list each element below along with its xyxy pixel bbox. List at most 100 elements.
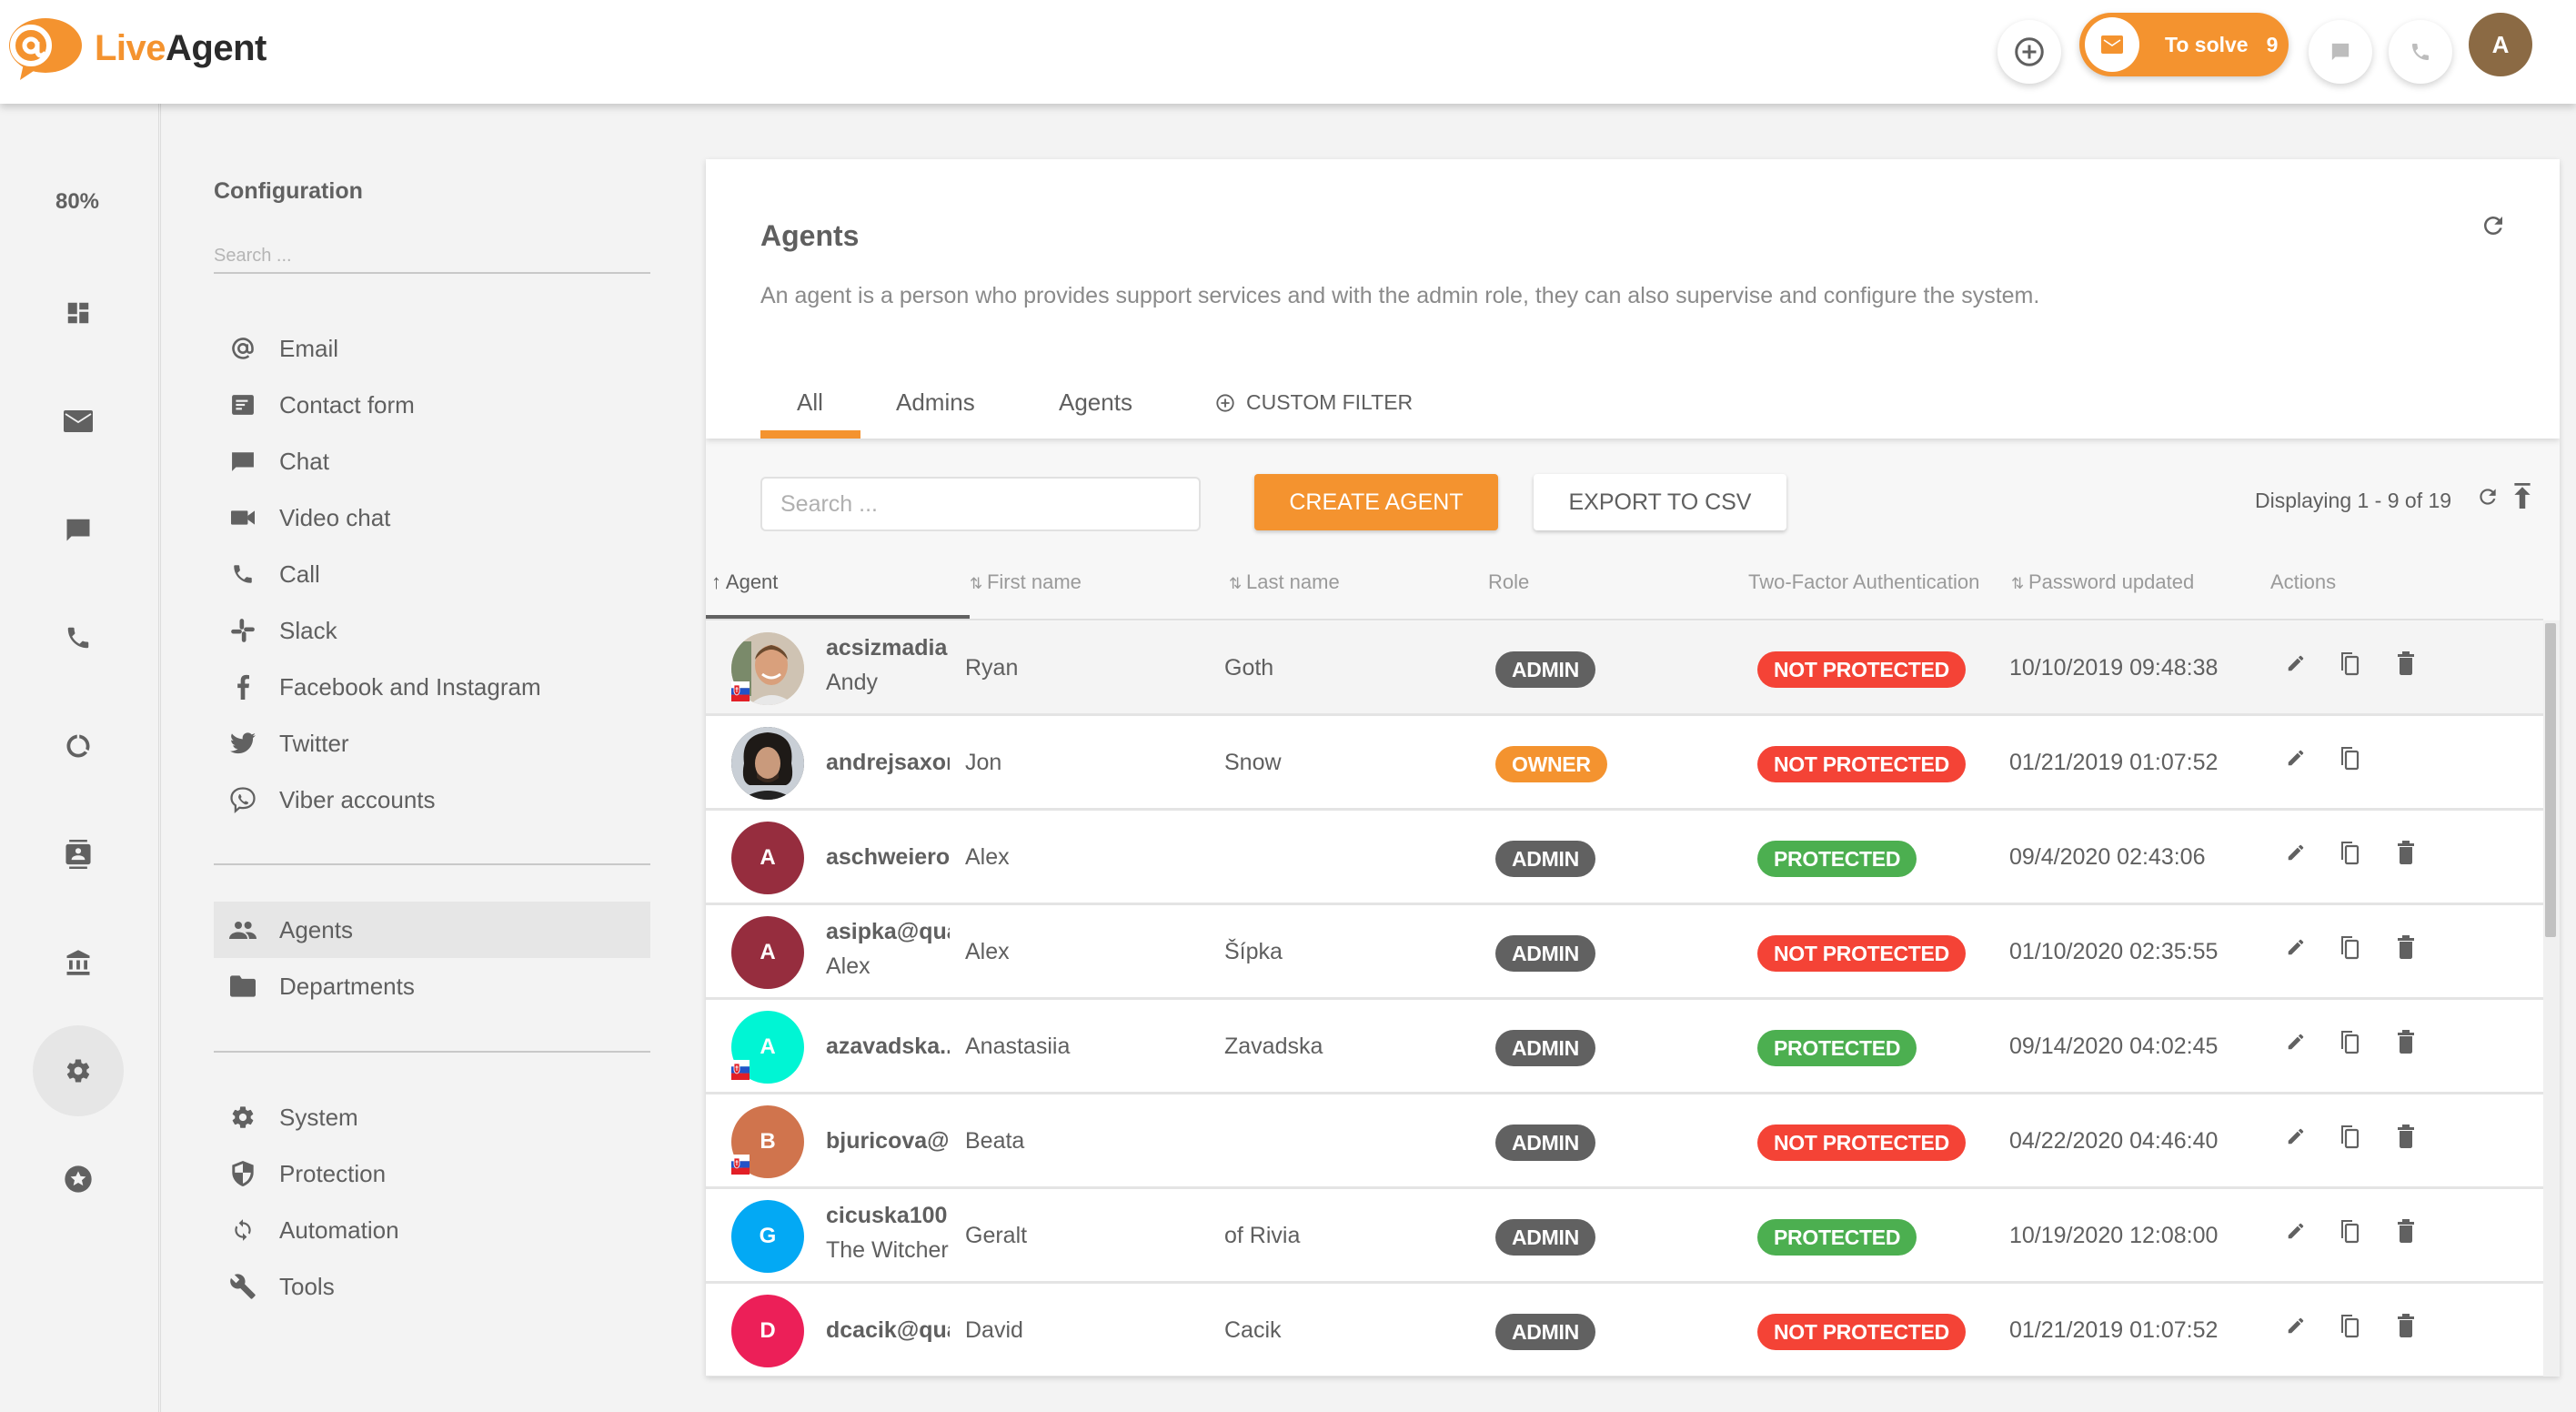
two-factor-badge: NOT PROTECTED bbox=[1757, 1314, 1966, 1350]
agent-login[interactable]: cicuska100 bbox=[826, 1203, 950, 1229]
agent-login[interactable]: azavadska... bbox=[826, 1034, 950, 1060]
duplicate-button[interactable] bbox=[2339, 1029, 2360, 1059]
table-row[interactable]: Bbjuricova@... Beata ADMIN NOT PROTECTED 04/… bbox=[706, 1094, 2543, 1189]
duplicate-button[interactable] bbox=[2339, 1313, 2360, 1343]
config-item-protection[interactable]: Protection bbox=[214, 1145, 650, 1202]
refresh-button[interactable] bbox=[2480, 212, 2507, 244]
config-item-automation[interactable]: Automation bbox=[214, 1202, 650, 1258]
table-row[interactable]: Aasipka@qua Alex Alex Šípka ADMIN NOT PROTECT… bbox=[706, 905, 2543, 1000]
delete-button[interactable] bbox=[2397, 651, 2415, 680]
tab-agents[interactable]: Agents bbox=[1059, 388, 1132, 417]
config-item-departments[interactable]: Departments bbox=[214, 958, 650, 1014]
rail-percent[interactable]: 80% bbox=[0, 189, 155, 215]
configuration-search-input[interactable] bbox=[214, 239, 650, 274]
column-header-role: Role bbox=[1488, 570, 1530, 593]
config-item-email[interactable]: Email bbox=[214, 320, 650, 377]
to-solve-mail bbox=[2085, 17, 2139, 72]
config-item-twitter[interactable]: Twitter bbox=[214, 715, 650, 772]
rail-knowledgebase[interactable] bbox=[33, 917, 124, 1008]
duplicate-button[interactable] bbox=[2339, 840, 2360, 870]
add-button[interactable] bbox=[1997, 20, 2061, 84]
column-header-agent[interactable]: ↑ Agent bbox=[711, 570, 778, 594]
first-name-cell: Jon bbox=[965, 750, 1002, 775]
rail-tickets[interactable] bbox=[33, 376, 124, 467]
tab-admins[interactable]: Admins bbox=[896, 388, 975, 417]
table-row[interactable]: Ddcacik@qua David Cacik ADMIN NOT PROTECTED 0… bbox=[706, 1284, 2543, 1377]
export-csv-button[interactable]: EXPORT TO CSV bbox=[1534, 474, 1786, 530]
duplicate-button[interactable] bbox=[2339, 651, 2360, 681]
rail-plugins[interactable] bbox=[33, 1134, 124, 1225]
edit-button[interactable] bbox=[2286, 1220, 2306, 1246]
table-row[interactable]: andrejsaxon Jon Snow OWNER NOT PROTECTED 01/2… bbox=[706, 716, 2543, 811]
delete-button[interactable] bbox=[2397, 841, 2415, 869]
config-item-tools[interactable]: Tools bbox=[214, 1258, 650, 1315]
agent-login[interactable]: bjuricova@... bbox=[826, 1128, 950, 1155]
config-item-facebook[interactable]: Facebook and Instagram bbox=[214, 659, 650, 715]
config-item-call[interactable]: Call bbox=[214, 546, 650, 602]
table-row[interactable]: acsizmadia Andy Ryan Goth ADMIN NOT PROTECTED… bbox=[706, 621, 2543, 716]
role-badge: ADMIN bbox=[1495, 1314, 1595, 1350]
phone-status-button[interactable] bbox=[2389, 20, 2452, 84]
logo[interactable]: LiveAgent bbox=[4, 16, 267, 80]
agent-display-name: The Witcher bbox=[826, 1237, 949, 1263]
first-name-cell: Geralt bbox=[965, 1223, 1028, 1248]
delete-button[interactable] bbox=[2397, 1125, 2415, 1153]
agent-login[interactable]: acsizmadia bbox=[826, 635, 950, 661]
create-agent-button[interactable]: CREATE AGENT bbox=[1254, 474, 1498, 530]
table-row[interactable]: Gcicuska100 The Witcher Geralt of Rivia ADMI… bbox=[706, 1189, 2543, 1284]
last-name-cell: of Rivia bbox=[1224, 1223, 1301, 1248]
rail-dashboard[interactable] bbox=[33, 267, 124, 358]
chat-status-button[interactable] bbox=[2309, 20, 2372, 84]
logo-text: LiveAgent bbox=[95, 28, 267, 69]
column-header-first-name[interactable]: ⇅ First name bbox=[970, 570, 1082, 594]
to-solve-button[interactable]: To solve 9 bbox=[2079, 13, 2289, 76]
agent-login[interactable]: andrejsaxon bbox=[826, 750, 950, 776]
table-refresh-button[interactable] bbox=[2476, 485, 2500, 513]
edit-button[interactable] bbox=[2286, 842, 2306, 868]
trash-icon bbox=[2397, 841, 2415, 868]
config-item-chat[interactable]: Chat bbox=[214, 433, 650, 489]
first-name-cell: Alex bbox=[965, 939, 1010, 964]
delete-button[interactable] bbox=[2397, 1219, 2415, 1247]
edit-button[interactable] bbox=[2286, 1315, 2306, 1341]
config-item-system[interactable]: System bbox=[214, 1089, 650, 1145]
duplicate-button[interactable] bbox=[2339, 1124, 2360, 1154]
password-updated-cell: 04/22/2020 04:46:40 bbox=[2009, 1128, 2219, 1154]
agent-login[interactable]: asipka@qua bbox=[826, 919, 950, 945]
delete-button[interactable] bbox=[2397, 935, 2415, 963]
config-item-video-chat[interactable]: Video chat bbox=[214, 489, 650, 546]
agent-login[interactable]: aschweiero bbox=[826, 844, 950, 871]
config-item-contact-form[interactable]: Contact form bbox=[214, 377, 650, 433]
edit-button[interactable] bbox=[2286, 936, 2306, 963]
rail-configuration[interactable] bbox=[33, 1025, 124, 1116]
agent-login[interactable]: dcacik@qua bbox=[826, 1317, 950, 1344]
table-scrollbar-thumb[interactable] bbox=[2545, 623, 2556, 937]
config-item-viber[interactable]: Viber accounts bbox=[214, 772, 650, 828]
star-circle-icon bbox=[65, 1165, 92, 1193]
column-header-last-name[interactable]: ⇅ Last name bbox=[1229, 570, 1340, 594]
duplicate-button[interactable] bbox=[2339, 934, 2360, 964]
delete-button[interactable] bbox=[2397, 1030, 2415, 1058]
edit-button[interactable] bbox=[2286, 747, 2306, 773]
tab-custom-filter[interactable]: CUSTOM FILTER bbox=[1215, 390, 1413, 415]
tab-all[interactable]: All bbox=[797, 388, 823, 417]
edit-button[interactable] bbox=[2286, 652, 2306, 679]
rail-reports[interactable] bbox=[33, 701, 124, 792]
delete-button[interactable] bbox=[2397, 1314, 2415, 1342]
scroll-top-button[interactable] bbox=[2511, 483, 2534, 513]
table-row[interactable]: Aazavadska... Anastasiia Zavadska ADMIN PROT… bbox=[706, 1000, 2543, 1094]
rail-calls[interactable] bbox=[33, 592, 124, 683]
table-row[interactable]: Aaschweiero Alex ADMIN PROTECTED 09/4/2020 0… bbox=[706, 811, 2543, 905]
edit-button[interactable] bbox=[2286, 1031, 2306, 1057]
config-item-agents[interactable]: Agents bbox=[214, 902, 650, 958]
user-avatar[interactable]: A bbox=[2469, 13, 2532, 76]
config-item-slack[interactable]: Slack bbox=[214, 602, 650, 659]
duplicate-button[interactable] bbox=[2339, 745, 2360, 775]
duplicate-button[interactable] bbox=[2339, 1218, 2360, 1248]
logo-icon bbox=[4, 16, 82, 80]
column-header-password-updated[interactable]: ⇅ Password updated bbox=[2011, 570, 2194, 594]
edit-button[interactable] bbox=[2286, 1125, 2306, 1152]
rail-contacts[interactable] bbox=[33, 809, 124, 900]
rail-chats[interactable] bbox=[33, 484, 124, 575]
agent-search-input[interactable] bbox=[760, 477, 1201, 531]
